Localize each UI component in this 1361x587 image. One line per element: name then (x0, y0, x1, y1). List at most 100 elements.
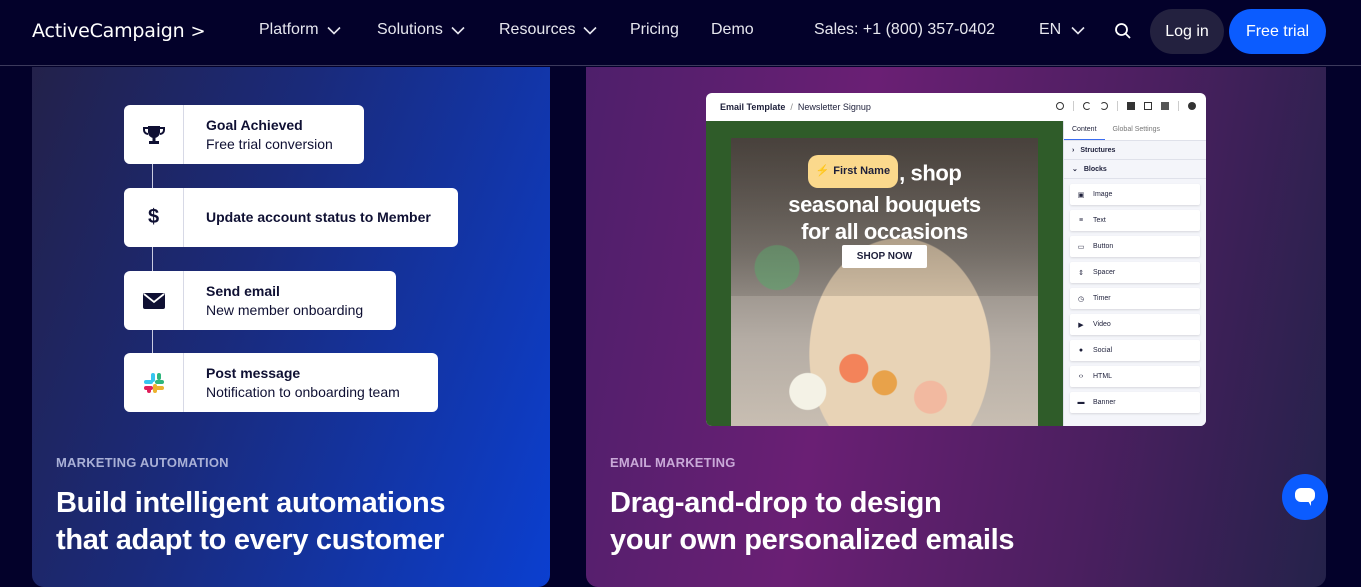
step-title: Send email (206, 282, 280, 299)
section-label: Blocks (1083, 165, 1107, 173)
block-label: Spacer (1093, 269, 1116, 276)
step-connector (152, 247, 153, 271)
headline-line-1: Drag-and-drop to design (610, 487, 942, 519)
spacer-icon: ⇕ (1078, 269, 1084, 277)
language-selector[interactable]: EN (1039, 21, 1085, 39)
sales-phone-link[interactable]: Sales: +1 (800) 357-0402 (814, 21, 995, 39)
preview-icon (1144, 102, 1152, 110)
card-headline: Drag-and-drop to design your own persona… (610, 485, 1014, 559)
section-blocks: ⌄ Blocks (1064, 160, 1206, 179)
image-icon: ▣ (1077, 191, 1085, 199)
free-trial-button[interactable]: Free trial (1229, 9, 1326, 54)
log-in-button[interactable]: Log in (1150, 9, 1224, 54)
block-label: HTML (1093, 373, 1113, 380)
section-label: Structures (1080, 146, 1116, 154)
image-export-icon (1161, 102, 1169, 110)
video-icon: ▶ (1078, 321, 1084, 329)
section-structures: › Structures (1064, 141, 1206, 160)
card-headline: Build intelligent automations that adapt… (56, 485, 446, 559)
nav-resources[interactable]: Resources (499, 21, 598, 39)
marketing-automation-card[interactable]: Goal Achieved Free trial conversion $ Up… (32, 67, 550, 587)
gear-icon (1188, 102, 1196, 110)
block-label: Button (1093, 243, 1114, 250)
block-label: Text (1093, 217, 1106, 224)
step-subtitle: Free trial conversion (206, 135, 333, 152)
nav-demo[interactable]: Demo (711, 21, 754, 39)
toolbar-divider (1073, 101, 1074, 111)
block-html: ‹› HTML (1070, 366, 1200, 387)
timer-icon: ◷ (1077, 295, 1085, 303)
email-marketing-card[interactable]: Email Template / Newsletter Signup ⚡ Fir… (586, 67, 1326, 587)
automation-step-update-status: $ Update account status to Member (124, 188, 458, 247)
undo-icon (1083, 102, 1091, 110)
hero-line-3: for all occasions (801, 219, 968, 244)
block-label: Social (1093, 347, 1113, 354)
text-icon: ≡ (1078, 217, 1084, 224)
search-button[interactable] (1114, 22, 1132, 45)
block-text: ≡ Text (1070, 210, 1200, 231)
block-button: ▭ Button (1070, 236, 1200, 257)
automation-step-post-message: Post message Notification to onboarding … (124, 353, 438, 412)
editor-toolbar (1056, 101, 1196, 111)
activecampaign-logo[interactable]: ActiveCampaign > (32, 20, 206, 42)
step-subtitle: New member onboarding (206, 301, 364, 318)
editor-side-panel: Content Global Settings › Structures ⌄ B… (1063, 121, 1206, 426)
headline-line-1: Build intelligent automations (56, 487, 446, 519)
html-icon: ‹› (1078, 373, 1084, 380)
block-label: Video (1093, 321, 1111, 328)
hero-line-2: seasonal bouquets (788, 192, 981, 217)
nav-platform-label: Platform (259, 21, 319, 38)
block-spacer: ⇕ Spacer (1070, 262, 1200, 283)
block-social: ● Social (1070, 340, 1200, 361)
logo-chevron-icon: > (190, 20, 206, 42)
nav-pricing[interactable]: Pricing (630, 21, 679, 39)
breadcrumb-page: Newsletter Signup (797, 102, 871, 112)
step-connector (152, 330, 153, 353)
nav-solutions[interactable]: Solutions (377, 21, 465, 39)
card-eyebrow: EMAIL MARKETING (610, 455, 736, 470)
chevron-down-icon (1071, 26, 1085, 35)
flower-bouquet-image: ⚡ First Name , shop seasonal bouquets fo… (731, 138, 1038, 426)
button-icon: ▭ (1077, 243, 1085, 251)
search-icon (1115, 23, 1131, 39)
lightning-icon: ⚡ (815, 165, 830, 177)
step-title: Goal Achieved (206, 116, 303, 133)
redo-icon (1100, 102, 1108, 110)
breadcrumb-root: Email Template (720, 102, 786, 112)
block-image: ▣ Image (1070, 184, 1200, 205)
chevron-down-icon (451, 26, 465, 35)
nav-resources-label: Resources (499, 21, 576, 38)
code-icon (1127, 102, 1135, 110)
banner-icon: ▬ (1077, 399, 1085, 406)
email-hero-text: ⚡ First Name , shop seasonal bouquets fo… (731, 155, 1038, 245)
step-subtitle: Notification to onboarding team (206, 383, 400, 400)
email-editor-preview: Email Template / Newsletter Signup ⚡ Fir… (706, 93, 1206, 426)
history-icon (1056, 102, 1064, 110)
block-video: ▶ Video (1070, 314, 1200, 335)
step-title: Post message (206, 364, 301, 381)
block-label: Banner (1093, 399, 1116, 406)
top-navigation: ActiveCampaign > Platform Solutions Reso… (0, 0, 1361, 66)
panel-tabs: Content Global Settings (1064, 121, 1206, 141)
chevron-down-icon (583, 26, 598, 35)
nav-solutions-label: Solutions (377, 21, 443, 38)
tab-global-settings: Global Settings (1112, 126, 1161, 133)
breadcrumb-separator: / (790, 102, 793, 112)
automation-step-send-email: Send email New member onboarding (124, 271, 396, 330)
chevron-down-icon: ⌄ (1072, 166, 1078, 173)
toolbar-divider (1117, 101, 1118, 111)
automation-step-goal: Goal Achieved Free trial conversion (124, 105, 364, 164)
chat-bubble-icon (1295, 488, 1315, 506)
trophy-icon (124, 105, 184, 164)
slack-icon (124, 353, 184, 412)
first-name-tag: ⚡ First Name (807, 155, 899, 188)
step-connector (152, 164, 153, 188)
block-label: Timer (1093, 295, 1111, 302)
shop-now-button: SHOP NOW (842, 245, 927, 268)
social-icon: ● (1078, 347, 1084, 354)
nav-platform[interactable]: Platform (259, 21, 341, 39)
chat-widget-button[interactable] (1282, 474, 1328, 520)
nav-pricing-label: Pricing (630, 21, 679, 38)
envelope-icon (124, 271, 184, 330)
tag-label: First Name (833, 165, 891, 177)
